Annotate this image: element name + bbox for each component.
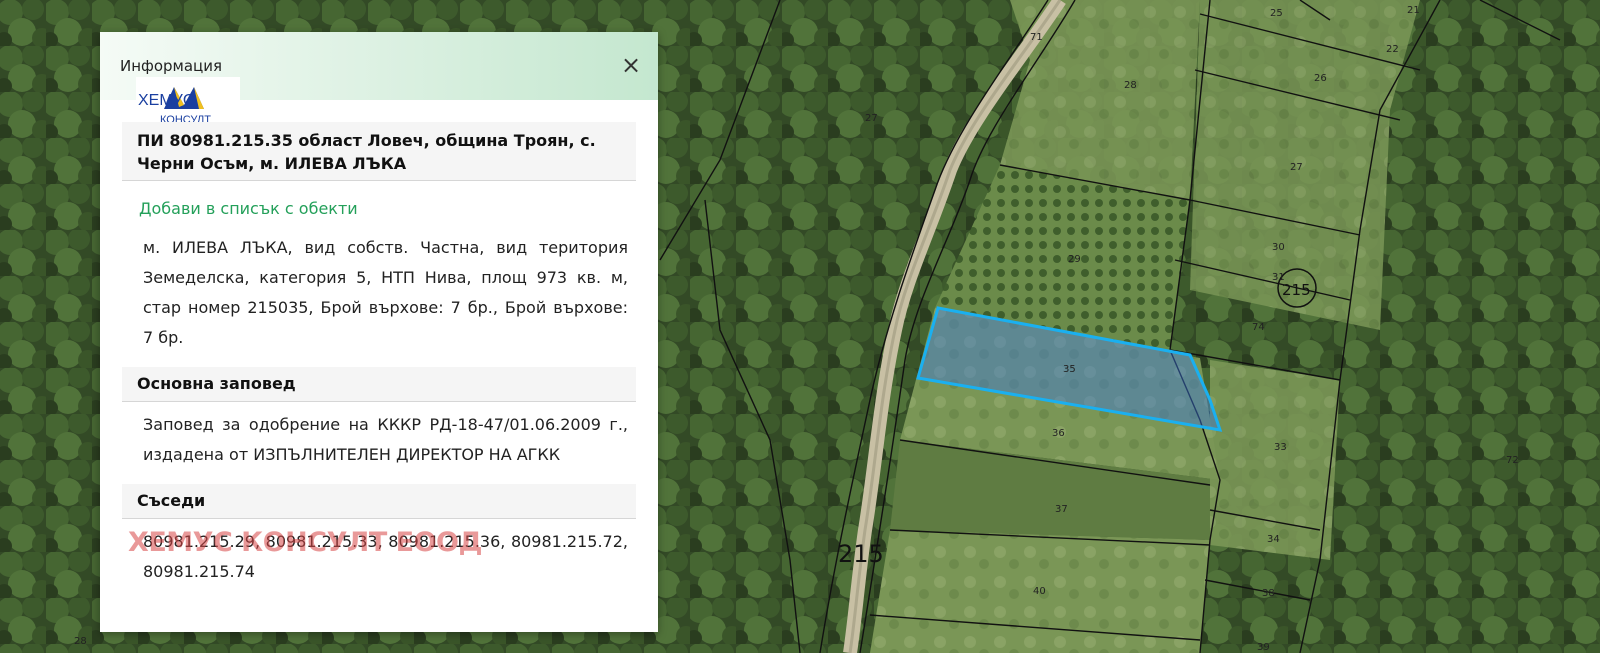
parcel-label: 26 [1314, 73, 1327, 84]
parcel-label: 30 [1272, 242, 1285, 253]
parcel-label: 38 [1262, 588, 1275, 599]
close-button[interactable]: × [616, 50, 646, 80]
add-to-list-link[interactable]: Добави в списък с обекти [139, 199, 358, 218]
watermark: ХЕМУС КОНСУЛТ ЕООД [128, 527, 483, 558]
parcel-heading: ПИ 80981.215.35 област Ловеч, община Тро… [137, 131, 596, 173]
parcel-label: 39 [1257, 642, 1270, 653]
parcel-label: 72 [1506, 455, 1519, 466]
parcel-heading-section: ПИ 80981.215.35 област Ловеч, община Тро… [122, 122, 636, 181]
order-heading: Основна заповед [137, 374, 296, 393]
parcel-label: 37 [1055, 504, 1068, 515]
parcel-label: 28 [74, 636, 87, 647]
order-text: Заповед за одобрение на КККР РД-18-47/01… [143, 415, 628, 464]
parcel-description: м. ИЛЕВА ЛЪКА, вид собств. Частна, вид т… [143, 238, 628, 347]
parcel-label: 22 [1386, 44, 1399, 55]
parcel-label: 21 [1407, 5, 1420, 16]
logo-text-left: ХЕМУС [138, 92, 194, 109]
zone-label: 215 [838, 540, 884, 568]
parcel-label: 28 [1124, 80, 1137, 91]
parcel-label: 34 [1267, 534, 1280, 545]
parcel-label: 36 [1052, 428, 1065, 439]
parcel-label: 35 [1063, 364, 1076, 375]
panel-title: Информация [120, 57, 223, 75]
parcel-label: 27 [865, 113, 878, 124]
order-heading-section: Основна заповед [122, 367, 636, 402]
parcel-label: 74 [1252, 322, 1265, 333]
neighbors-heading: Съседи [137, 491, 206, 510]
parcel-label: 33 [1274, 442, 1287, 453]
parcel-label: 71 [1030, 32, 1043, 43]
parcel-label: 27 [1290, 162, 1303, 173]
parcel-label: 31 [1272, 272, 1285, 283]
parcel-label: 29 [1068, 254, 1081, 265]
parcel-label: 25 [1270, 8, 1283, 19]
zone-circle-label: 215 [1282, 281, 1311, 299]
parcel-label: 40 [1033, 586, 1046, 597]
neighbors-heading-section: Съседи [122, 484, 636, 519]
